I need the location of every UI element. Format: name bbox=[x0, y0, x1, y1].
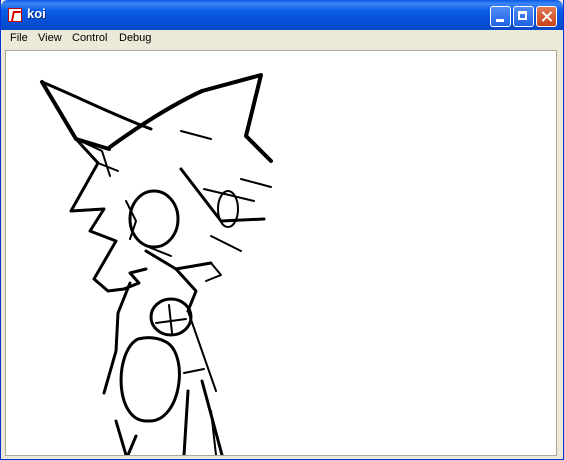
menu-control[interactable]: Control bbox=[72, 32, 107, 44]
maximize-button[interactable] bbox=[513, 6, 534, 27]
flash-player-icon[interactable] bbox=[8, 8, 22, 22]
menu-debug[interactable]: Debug bbox=[119, 32, 151, 44]
menu-file[interactable]: File bbox=[10, 32, 28, 44]
app-window: koi File View Control Debug bbox=[0, 0, 564, 460]
close-button[interactable] bbox=[536, 6, 557, 27]
stage-canvas[interactable] bbox=[5, 50, 557, 456]
menu-bar: File View Control Debug bbox=[1, 30, 563, 48]
window-title: koi bbox=[27, 6, 46, 21]
title-bar[interactable]: koi bbox=[1, 0, 563, 30]
line-drawing-illustration bbox=[40, 73, 273, 455]
menu-view[interactable]: View bbox=[38, 32, 62, 44]
minimize-button[interactable] bbox=[490, 6, 511, 27]
